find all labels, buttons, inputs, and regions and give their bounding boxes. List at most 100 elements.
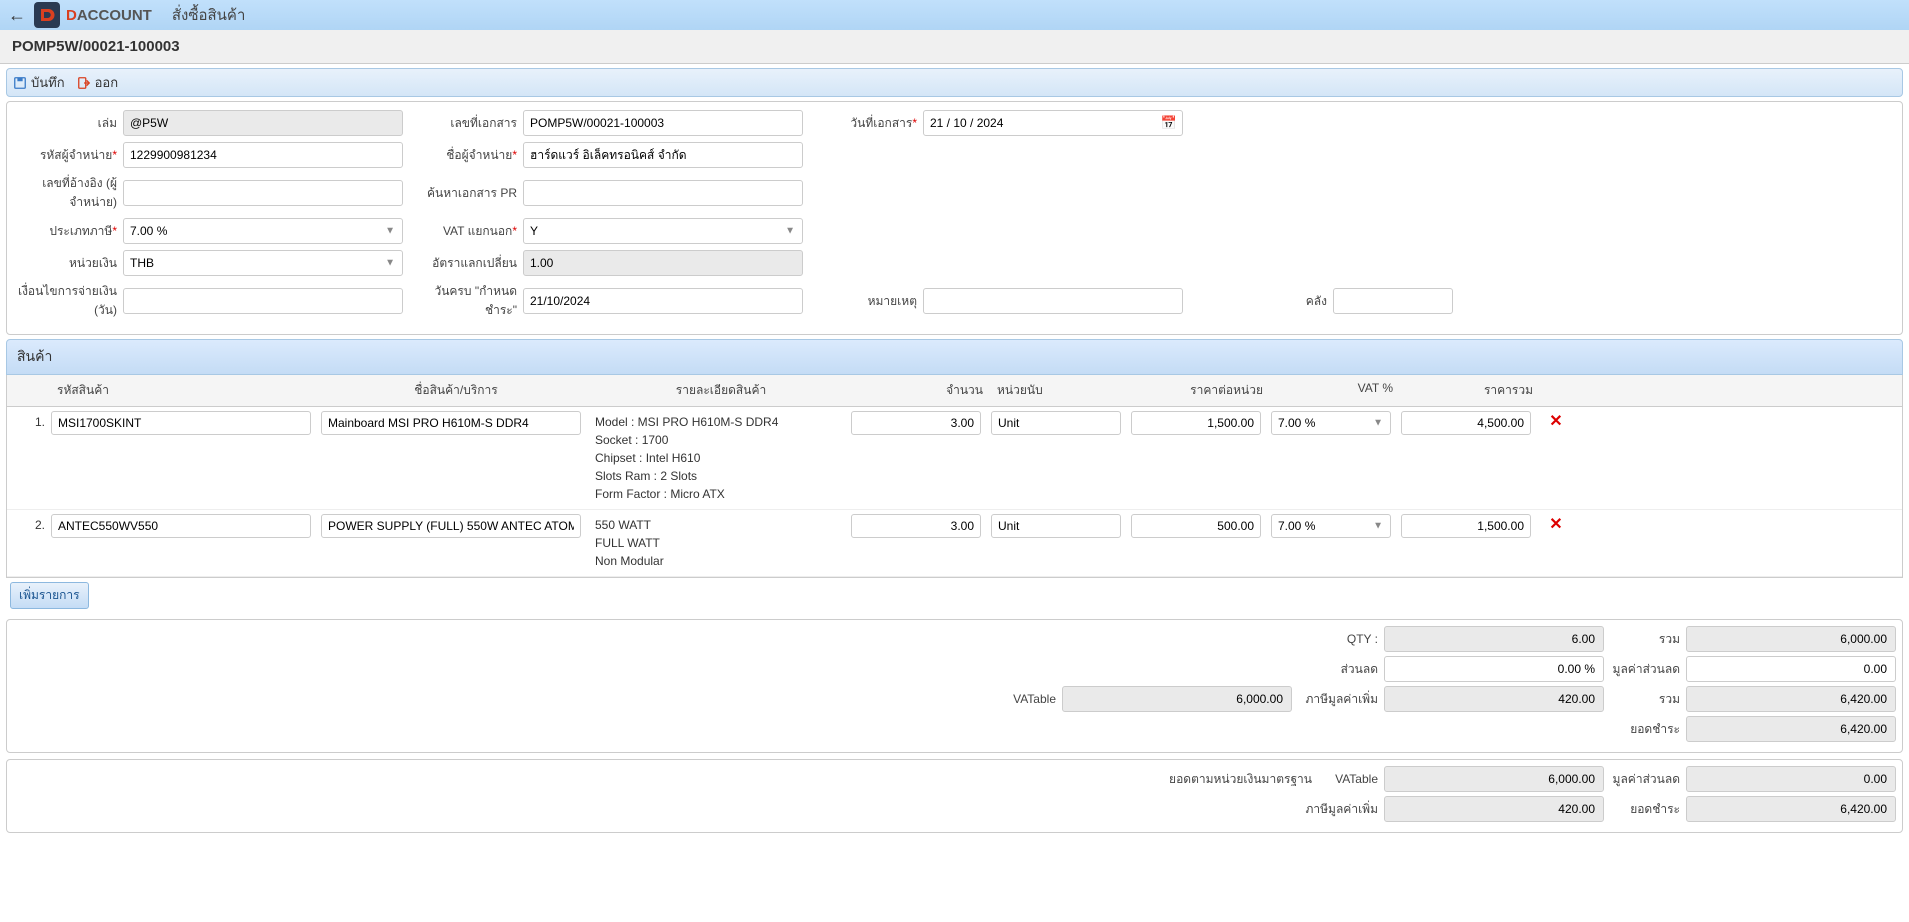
row-num: 2. <box>11 514 51 532</box>
currency-select[interactable] <box>123 250 403 276</box>
vat-amount2-value <box>1384 796 1604 822</box>
vat-sep-label: VAT แยกนอก* <box>413 222 523 241</box>
document-title: POMP5W/00021-100003 <box>0 30 1909 64</box>
delete-row-button[interactable]: ✕ <box>1541 514 1571 534</box>
item-name-input[interactable] <box>321 514 581 538</box>
item-unit-input[interactable] <box>991 514 1121 538</box>
row-num: 1. <box>11 411 51 429</box>
sum-label: รวม <box>1610 630 1680 649</box>
vatable-value <box>1062 686 1292 712</box>
tax-type-select[interactable] <box>123 218 403 244</box>
ref-no-input[interactable] <box>123 180 403 206</box>
col-qty: จำนวน <box>851 381 991 400</box>
item-code-input[interactable] <box>51 514 311 538</box>
discount-amount-label: มูลค่าส่วนลด <box>1610 660 1680 679</box>
col-detail: รายละเอียดสินค้า <box>591 381 851 400</box>
save-button[interactable]: บันทึก <box>13 72 65 93</box>
vat-amount2-label: ภาษีมูลค่าเพิ่ม <box>1298 800 1378 819</box>
items-table: รหัสสินค้า ชื่อสินค้า/บริการ รายละเอียดส… <box>6 375 1903 578</box>
std-currency-label: ยอดตามหน่วยเงินมาตรฐาน <box>1152 770 1312 789</box>
discount-label: ส่วนลด <box>1318 660 1378 679</box>
item-price-input[interactable] <box>1131 411 1261 435</box>
payment-terms-label: เงื่อนไขการจ่ายเงิน (วัน) <box>13 282 123 320</box>
supplier-name-input[interactable] <box>523 142 803 168</box>
table-row: 2.550 WATT FULL WATT Non Modular▼✕ <box>7 510 1902 577</box>
vatable2-value <box>1384 766 1604 792</box>
item-total-input[interactable] <box>1401 514 1531 538</box>
item-detail: 550 WATT FULL WATT Non Modular <box>591 514 851 572</box>
supplier-code-input[interactable] <box>123 142 403 168</box>
col-name: ชื่อสินค้า/บริการ <box>321 381 591 400</box>
summary-panel-1: QTY : รวม ส่วนลด มูลค่าส่วนลด VATable ภา… <box>6 619 1903 753</box>
item-qty-input[interactable] <box>851 514 981 538</box>
supplier-code-label: รหัสผู้จำหน่าย* <box>13 146 123 165</box>
balance-label: ยอดชำระ <box>1610 720 1680 739</box>
topbar: ← DACCOUNT สั่งซื้อสินค้า <box>0 0 1909 30</box>
balance2-label: ยอดชำระ <box>1610 800 1680 819</box>
page-title: สั่งซื้อสินค้า <box>172 3 246 27</box>
item-price-input[interactable] <box>1131 514 1261 538</box>
doc-date-label: วันที่เอกสาร* <box>813 114 923 133</box>
currency-label: หน่วยเงิน <box>13 254 123 273</box>
tax-type-label: ประเภทภาษี* <box>13 222 123 241</box>
col-vat: VAT % <box>1271 381 1401 400</box>
search-pr-input[interactable] <box>523 180 803 206</box>
col-total: ราคารวม <box>1401 381 1541 400</box>
due-date-label: วันครบ "กำหนดชำระ" <box>413 282 523 320</box>
doc-date-input[interactable] <box>923 110 1183 136</box>
doc-no-label: เลขที่เอกสาร <box>413 114 523 133</box>
balance-value <box>1686 716 1896 742</box>
total-label: รวม <box>1610 690 1680 709</box>
brand-label: DACCOUNT <box>66 7 152 24</box>
table-row: 1.Model : MSI PRO H610M-S DDR4 Socket : … <box>7 407 1902 510</box>
table-header-row: รหัสสินค้า ชื่อสินค้า/บริการ รายละเอียดส… <box>7 375 1902 407</box>
item-name-input[interactable] <box>321 411 581 435</box>
due-date-input[interactable] <box>523 288 803 314</box>
save-icon <box>13 76 27 90</box>
search-pr-label: ค้นหาเอกสาร PR <box>413 184 523 203</box>
item-unit-input[interactable] <box>991 411 1121 435</box>
items-section-header: สินค้า <box>6 339 1903 375</box>
item-qty-input[interactable] <box>851 411 981 435</box>
sum-value <box>1686 626 1896 652</box>
form-panel: เล่ม เลขที่เอกสาร วันที่เอกสาร* 📅 รหัสผู… <box>6 101 1903 335</box>
book-label: เล่ม <box>13 114 123 133</box>
vat-amount-label: ภาษีมูลค่าเพิ่ม <box>1298 690 1378 709</box>
qty-value <box>1384 626 1604 652</box>
col-unit: หน่วยนับ <box>991 381 1131 400</box>
exit-icon <box>77 76 91 90</box>
vat-sep-select[interactable] <box>523 218 803 244</box>
exit-button[interactable]: ออก <box>77 72 119 93</box>
warehouse-label: คลัง <box>1183 292 1333 311</box>
total-value <box>1686 686 1896 712</box>
discount-amount-value[interactable] <box>1686 656 1896 682</box>
remark-input[interactable] <box>923 288 1183 314</box>
discount-value[interactable] <box>1384 656 1604 682</box>
item-vat-select[interactable] <box>1271 411 1391 435</box>
item-code-input[interactable] <box>51 411 311 435</box>
doc-no-input[interactable] <box>523 110 803 136</box>
book-input <box>123 110 403 136</box>
app-logo-icon <box>34 2 60 28</box>
vatable2-label: VATable <box>1318 772 1378 786</box>
vatable-label: VATable <box>996 692 1056 706</box>
discount-amount2-label: มูลค่าส่วนลด <box>1610 770 1680 789</box>
exchange-rate-input <box>523 250 803 276</box>
supplier-name-label: ชื่อผู้จำหน่าย* <box>413 146 523 165</box>
ref-no-label: เลขที่อ้างอิง (ผู้จำหน่าย) <box>13 174 123 212</box>
exchange-rate-label: อัตราแลกเปลี่ยน <box>413 254 523 273</box>
delete-row-button[interactable]: ✕ <box>1541 411 1571 431</box>
item-vat-select[interactable] <box>1271 514 1391 538</box>
balance2-value <box>1686 796 1896 822</box>
add-item-button[interactable]: เพิ่มรายการ <box>10 582 89 609</box>
payment-terms-input[interactable] <box>123 288 403 314</box>
calendar-icon[interactable]: 📅 <box>1161 115 1177 131</box>
item-total-input[interactable] <box>1401 411 1531 435</box>
warehouse-input[interactable] <box>1333 288 1453 314</box>
remark-label: หมายเหตุ <box>813 292 923 311</box>
col-code: รหัสสินค้า <box>51 381 321 400</box>
discount-amount2-value <box>1686 766 1896 792</box>
vat-amount-value <box>1384 686 1604 712</box>
back-arrow-icon[interactable]: ← <box>8 5 26 26</box>
qty-label: QTY : <box>1318 632 1378 646</box>
